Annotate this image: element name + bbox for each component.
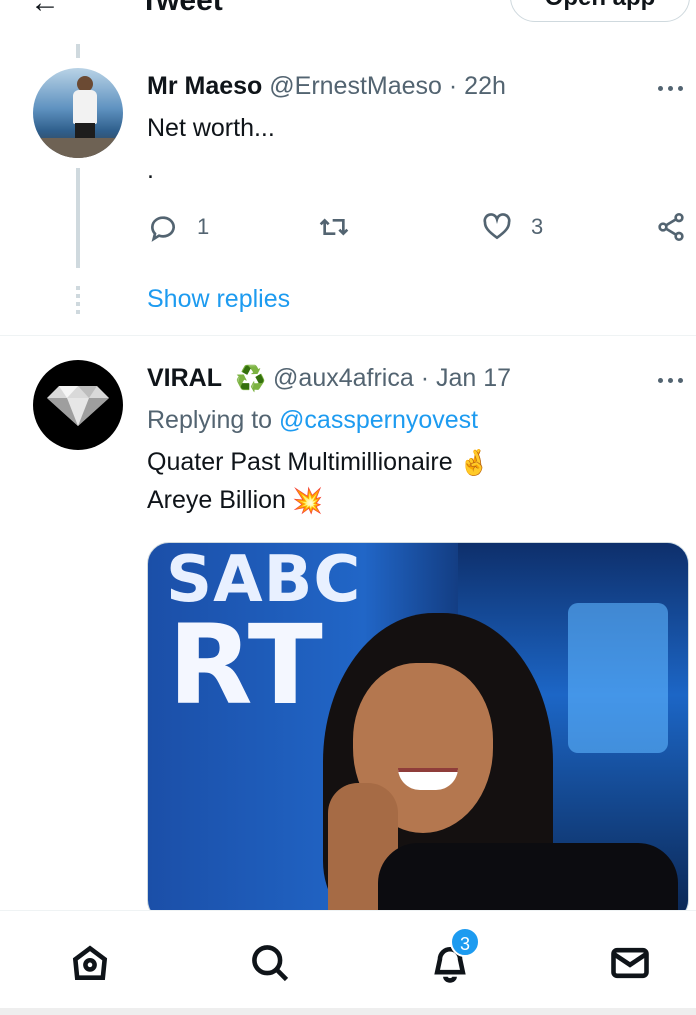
collision-emoji: 💥 [291,486,324,515]
top-header: ← Tweet Open app [0,0,696,36]
divider [0,335,696,336]
tweet-text: Quater Past Multimillionaire [147,448,453,476]
author-name[interactable]: VIRAL [147,364,222,392]
avatar[interactable] [33,68,123,158]
reply-count: 1 [197,214,210,239]
replying-prefix: Replying to [147,406,273,434]
author-handle[interactable]: @aux4africa [273,364,414,392]
share-icon [658,213,684,241]
author-handle[interactable]: @ErnestMaeso [269,72,442,100]
notification-badge: 3 [450,927,480,957]
diamond-icon [47,386,109,426]
bottom-nav: 3 [0,910,696,1015]
open-app-button[interactable]: Open app [510,0,690,22]
page-title: Tweet [140,0,223,17]
thread-dots [76,286,80,316]
tweet-text-line: Areye Billion 💥 [147,486,323,516]
show-replies-link[interactable]: Show replies [147,285,290,314]
reply-icon [151,216,175,242]
avatar-person-body [73,90,97,124]
avatar-rocks [33,138,123,158]
tweet-text: Areye Billion [147,486,286,514]
heart-icon [483,213,511,240]
tweet-time[interactable]: 22h [464,72,506,100]
thread-line [76,168,80,268]
system-bottom-bar [0,1008,696,1015]
thread-line-top [76,44,80,58]
like-button[interactable]: 3 [481,211,543,243]
replying-to-line: Replying to @casspernyovest [147,406,478,435]
reply-button[interactable]: 1 [147,211,209,243]
tweet-author-line: VIRAL ♻️ @aux4africa · Jan 17 [147,364,511,394]
messages-icon[interactable] [608,941,652,985]
media-logo-bottom: RT [168,601,323,729]
meta-separator: · [448,72,458,100]
avatar[interactable] [33,360,123,450]
author-name[interactable]: Mr Maeso [147,72,262,100]
share-button[interactable] [655,211,687,243]
tweet-text-line: Quater Past Multimillionaire 🤞 [147,448,490,478]
tweet-text-line: Net worth... [147,114,275,142]
tweet-text-line: . [147,156,154,184]
recycle-emoji: ♻️ [234,364,267,393]
back-arrow-icon[interactable]: ← [30,0,60,20]
more-options-icon[interactable] [652,370,688,390]
meta-separator: · [420,364,430,392]
tweet-media-image[interactable]: SABC RT [147,542,689,922]
search-icon[interactable] [248,941,292,985]
home-icon[interactable] [68,941,112,985]
like-count: 3 [531,214,544,239]
retweet-icon [319,218,349,236]
crossed-fingers-emoji: 🤞 [458,448,490,477]
tweet-author-line: Mr Maeso @ErnestMaeso · 22h [147,72,506,101]
more-options-icon[interactable] [652,78,688,98]
replying-handle-link[interactable]: @casspernyovest [279,406,478,434]
tweet-time[interactable]: Jan 17 [436,364,511,392]
media-screen-glow [568,603,668,753]
retweet-button[interactable] [318,211,368,243]
